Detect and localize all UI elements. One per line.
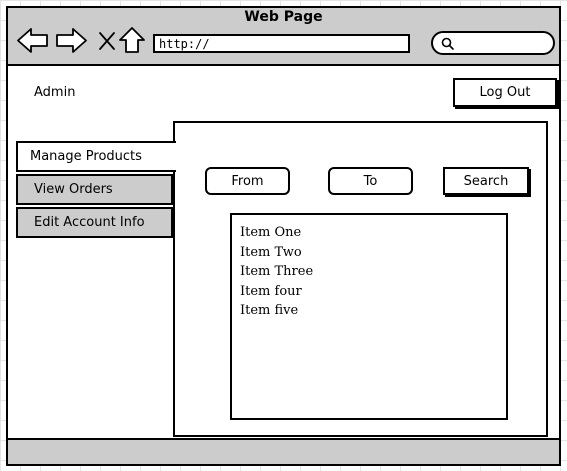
window-title: Web Page: [244, 9, 323, 25]
tab-manage-products[interactable]: Manage Products: [16, 141, 176, 172]
close-x-icon[interactable]: [97, 30, 117, 52]
list-item[interactable]: Item Two: [240, 243, 506, 263]
search-icon: [441, 37, 454, 50]
list-item[interactable]: Item Three: [240, 262, 506, 282]
search-button[interactable]: Search: [443, 167, 529, 195]
home-icon[interactable]: [118, 26, 146, 54]
list-item[interactable]: Item One: [240, 223, 506, 243]
tab-view-orders[interactable]: View Orders: [16, 174, 173, 205]
results-list[interactable]: Item One Item Two Item Three Item four I…: [230, 213, 508, 420]
to-input[interactable]: [328, 167, 413, 195]
tab-edit-account-info[interactable]: Edit Account Info: [16, 207, 173, 238]
from-input[interactable]: [205, 167, 290, 195]
list-item[interactable]: Item five: [240, 301, 506, 321]
url-input[interactable]: [153, 34, 410, 53]
status-bar: [8, 438, 559, 464]
list-item[interactable]: Item four: [240, 282, 506, 302]
admin-label: Admin: [34, 85, 76, 100]
forward-arrow-icon[interactable]: [55, 27, 88, 54]
logout-button[interactable]: Log Out: [453, 78, 557, 107]
back-arrow-icon[interactable]: [16, 27, 49, 54]
browser-search-input[interactable]: [455, 34, 549, 52]
